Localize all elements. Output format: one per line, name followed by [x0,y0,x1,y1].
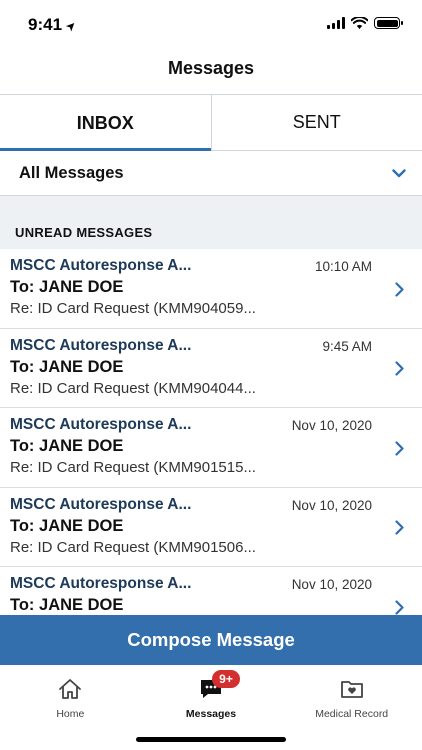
message-row[interactable]: MSCC Autoresponse A... 9:45 AM To: JANE … [0,329,422,408]
location-arrow-icon: ➤ [62,17,80,35]
message-filter-dropdown[interactable]: All Messages [0,151,422,196]
status-time-text: 9:41 [28,15,63,34]
tab-sent[interactable]: SENT [210,95,422,151]
home-indicator[interactable] [136,737,286,742]
chevron-down-icon [388,162,410,184]
message-date: Nov 10, 2020 [291,418,372,433]
section-header-unread: UNREAD MESSAGES [0,196,422,249]
message-recipient: To: JANE DOE [10,596,124,614]
message-list: MSCC Autoresponse A... 10:10 AM To: JANE… [0,249,422,615]
message-row[interactable]: MSCC Autoresponse A... Nov 10, 2020 To: … [0,488,422,567]
message-tabs: INBOX SENT [0,94,422,151]
chevron-right-icon [392,359,406,379]
message-date: Nov 10, 2020 [291,497,372,513]
message-recipient: To: JANE DOE [10,437,124,455]
tabbar-item-medical-record[interactable]: Medical Record [281,665,422,750]
folder-heart-icon [339,676,365,702]
message-subject: Re: ID Card Request (KMM904059... [10,300,256,317]
status-time: 9:41➤ [28,15,80,35]
chat-bubble-icon: 9+ [198,670,240,702]
message-date: Nov 10, 2020 [291,577,372,592]
filter-label: All Messages [19,163,124,182]
message-recipient: To: JANE DOE [10,516,124,535]
page-title: Messages [167,58,255,78]
message-date: 9:45 AM [322,338,372,354]
status-bar: 9:41➤ [0,0,422,48]
message-row[interactable]: MSCC Autoresponse A... Nov 10, 2020 To: … [0,408,422,488]
message-recipient: To: JANE DOE [10,278,124,296]
message-row[interactable]: MSCC Autoresponse A... Nov 10, 2020 To: … [0,567,422,615]
message-subject: Re: ID Card Request (KMM901515... [10,459,256,476]
message-date: 10:10 AM [314,259,372,274]
status-icons [327,17,403,29]
chevron-right-icon [392,597,406,615]
battery-icon [374,17,403,29]
message-subject: Re: ID Card Request (KMM904044... [10,379,256,397]
chevron-right-icon [392,518,406,538]
home-icon [57,676,83,702]
tabbar-item-home[interactable]: Home [0,665,141,750]
compose-message-button[interactable]: Compose Message [0,615,422,665]
cellular-signal-icon [327,17,345,29]
tabbar-label-medical-record: Medical Record [315,708,389,720]
tabbar-label-messages: Messages [185,708,237,720]
message-recipient: To: JANE DOE [10,357,124,376]
message-row[interactable]: MSCC Autoresponse A... 10:10 AM To: JANE… [0,249,422,329]
message-subject: Re: ID Card Request (KMM901506... [10,538,256,556]
tab-inbox[interactable]: INBOX [0,95,211,151]
tabbar-label-home: Home [56,708,85,720]
chevron-right-icon [392,279,406,299]
wifi-icon [351,17,368,29]
chevron-right-icon [392,438,406,458]
unread-count-badge: 9+ [212,670,240,688]
